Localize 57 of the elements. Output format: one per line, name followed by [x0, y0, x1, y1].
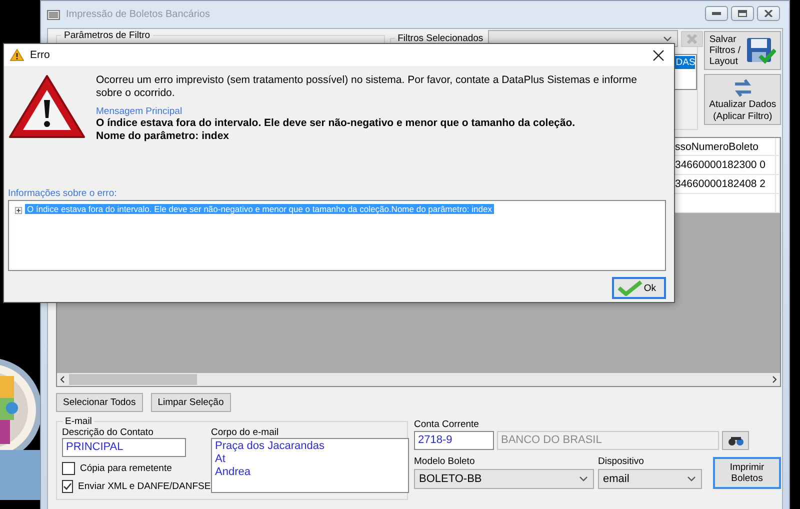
selection-button[interactable]: Selecionar Todos [56, 393, 143, 412]
device-dropdown[interactable]: email [598, 469, 702, 489]
field-label: Dispositivo [598, 456, 645, 467]
checkmark-icon [617, 280, 643, 296]
error-detail: Nome do parâmetro: index [96, 130, 230, 143]
maximize-icon [738, 10, 747, 17]
caret-icon [663, 36, 672, 42]
contact-field[interactable]: PRINCIPAL [62, 438, 186, 457]
search-account-button[interactable] [722, 431, 749, 450]
floppy-disk-icon [746, 36, 776, 64]
field-label: Conta Corrente [414, 419, 480, 430]
email-body-field[interactable]: Praça dos Jacarandas At Andrea [211, 438, 409, 493]
window-icon [47, 10, 60, 20]
group-title: Parâmetros de Filtro [63, 30, 152, 41]
close-button[interactable] [757, 6, 780, 21]
dialog-title: Erro [30, 49, 50, 61]
close-icon [653, 50, 664, 60]
print-button[interactable]: Imprimir Boletos [713, 457, 781, 489]
maximize-button[interactable] [731, 6, 754, 21]
close-button[interactable] [653, 50, 664, 60]
checkbox-label[interactable]: Enviar XML e DANFE/DANFSE [78, 481, 211, 492]
field-label: Corpo do e-mail [211, 427, 280, 438]
section-label: Mensagem Principal [96, 106, 184, 117]
scroll-left-icon[interactable] [60, 376, 65, 383]
window-title: Impressão de Boletos Bancários [66, 9, 210, 20]
selection-button[interactable]: Limpar Seleção [150, 393, 231, 412]
table-cell: 34660000182408 2 [675, 178, 766, 190]
section-label: Informações sobre o erro: [8, 188, 118, 199]
minimize-button[interactable] [705, 6, 728, 21]
checkbox[interactable] [62, 480, 73, 493]
caret-icon [687, 476, 696, 482]
checkbox[interactable] [62, 462, 75, 475]
scroll-right-icon[interactable] [772, 376, 777, 383]
minimize-icon [712, 12, 721, 15]
close-icon [686, 32, 698, 44]
warning-icon [8, 74, 86, 140]
refresh-data-button[interactable]: Atualizar Dados (Aplicar Filtro) [704, 74, 781, 125]
error-message: Ocorreu um erro imprevisto (sem tratamento possível) no sistema. Por favor, contate a DataPlus Sistemas e informe sobre o ocorrido. [96, 74, 638, 100]
account-field[interactable]: 2718-9 [414, 431, 494, 450]
warning-icon [10, 49, 24, 61]
field-label: Modelo Boleto [414, 456, 476, 467]
group-title: E-mail [64, 416, 93, 427]
save-filters-button[interactable]: Salvar Filtros / Layout [704, 31, 781, 70]
expand-icon[interactable] [15, 207, 22, 214]
ok-button[interactable]: Ok [612, 277, 666, 299]
column-header[interactable]: ssoNumeroBoleto [675, 141, 758, 153]
field-label: Descrição do Contato [62, 427, 154, 438]
caret-icon [579, 476, 588, 482]
binoculars-icon [726, 436, 744, 446]
bank-field: BANCO DO BRASIL [497, 431, 719, 450]
close-icon [764, 10, 773, 17]
table-cell: 34660000182300 0 [675, 159, 766, 171]
group-title: Filtros Selecionados [398, 33, 484, 44]
checkbox-label[interactable]: Cópia para remetente [80, 463, 172, 474]
error-detail: O índice estava fora do intervalo. Ele deve ser não-negativo e menor que o tamanho da coleção. [96, 117, 576, 130]
model-dropdown[interactable]: BOLETO-BB [414, 469, 594, 489]
horizontal-scrollbar[interactable] [57, 373, 780, 386]
